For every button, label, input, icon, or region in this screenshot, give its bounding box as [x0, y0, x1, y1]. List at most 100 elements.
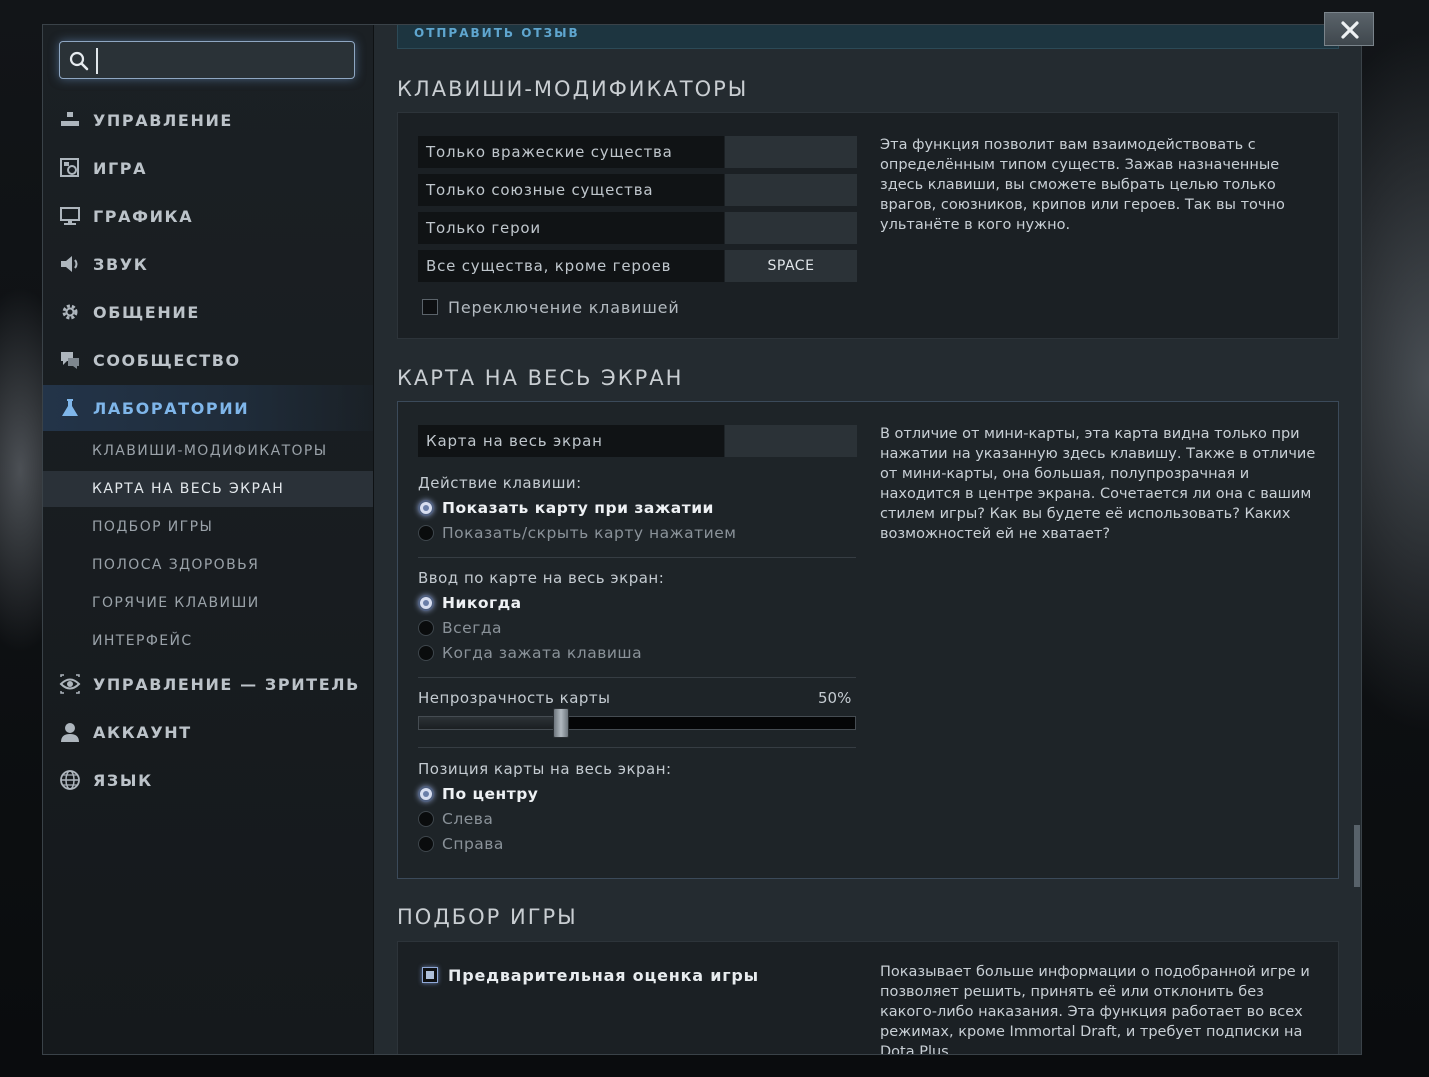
- sidebar-item-label: АККАУНТ: [93, 722, 192, 742]
- keybind-button[interactable]: [725, 212, 857, 244]
- divider: [418, 677, 856, 678]
- radio-label: Справа: [442, 835, 504, 853]
- radio-label: Никогда: [442, 594, 522, 612]
- settings-sidebar: УПРАВЛЕНИЕ ИГРА ГРАФИКА ЗВУК ОБЩЕНИЕ СОО…: [43, 25, 374, 1054]
- radio-option[interactable]: Никогда: [418, 591, 522, 615]
- sidebar-subitem-interface[interactable]: ИНТЕРФЕЙС: [43, 623, 373, 659]
- sidebar-item-spectator[interactable]: УПРАВЛЕНИЕ — ЗРИТЕЛЬ: [43, 661, 373, 707]
- radio-button[interactable]: [418, 620, 434, 636]
- map-position-label: Позиция карты на весь экран:: [418, 760, 672, 778]
- opacity-slider-handle[interactable]: [553, 708, 569, 738]
- radio-button[interactable]: [418, 525, 434, 541]
- gear-icon: [62, 304, 78, 320]
- sidebar-item-game[interactable]: ИГРА: [43, 145, 373, 191]
- sidebar-item-label: ИГРА: [93, 158, 148, 178]
- radio-label: Показать карту при зажатии: [442, 499, 714, 517]
- sidebar-subitem-label: ПОДБОР ИГРЫ: [92, 519, 214, 535]
- hierarchy-icon: [61, 112, 79, 126]
- sidebar-item-account[interactable]: АККАУНТ: [43, 709, 373, 755]
- feedback-banner[interactable]: ОТПРАВИТЬ ОТЗЫВ: [397, 25, 1339, 49]
- keybind-button[interactable]: SPACE: [725, 250, 857, 282]
- map-input-label: Ввод по карте на весь экран:: [418, 569, 665, 587]
- modifier-keys-panel: Только вражеские существа Только союзные…: [397, 112, 1339, 339]
- search-input[interactable]: [96, 48, 344, 74]
- divider: [418, 747, 856, 748]
- opacity-value: 50%: [818, 689, 852, 707]
- keybind-row: Карта на весь экран: [418, 425, 858, 457]
- sidebar-item-language[interactable]: ЯЗЫК: [43, 757, 373, 803]
- sidebar-item-controls[interactable]: УПРАВЛЕНИЕ: [43, 97, 373, 143]
- opacity-label: Непрозрачность карты: [418, 689, 611, 707]
- matchmaking-description: Показывает больше информации о подобранн…: [880, 964, 1310, 1055]
- sidebar-subitem-label: ПОЛОСА ЗДОРОВЬЯ: [92, 557, 260, 573]
- sidebar-item-label: ОБЩЕНИЕ: [93, 302, 200, 322]
- sidebar-subitem-fullscreen-map[interactable]: КАРТА НА ВЕСЬ ЭКРАН: [43, 471, 373, 507]
- radio-option[interactable]: Справа: [418, 832, 504, 856]
- keybind-button[interactable]: [725, 136, 857, 168]
- content-scrollbar[interactable]: [1354, 825, 1360, 887]
- flask-icon: [62, 399, 78, 416]
- close-icon: [1341, 21, 1359, 39]
- opacity-slider[interactable]: [418, 708, 856, 738]
- sidebar-item-labs[interactable]: ЛАБОРАТОРИИ: [43, 385, 373, 431]
- radio-option[interactable]: Всегда: [418, 616, 502, 640]
- spectator-eye-icon: [59, 674, 81, 694]
- radio-button[interactable]: [418, 786, 434, 802]
- keybind-label: Карта на весь экран: [418, 425, 724, 457]
- radio-button[interactable]: [418, 836, 434, 852]
- sidebar-item-label: ЗВУК: [93, 254, 149, 274]
- radio-button[interactable]: [418, 811, 434, 827]
- radio-option[interactable]: Показать карту при зажатии: [418, 496, 714, 520]
- sidebar-subitem-hotkeys[interactable]: ГОРЯЧИЕ КЛАВИШИ: [43, 585, 373, 621]
- match-preview-row[interactable]: Предварительная оценка игры: [422, 964, 759, 986]
- sidebar-subitem-label: КЛАВИШИ-МОДИФИКАТОРЫ: [92, 443, 328, 459]
- sidebar-item-label: ЯЗЫК: [93, 770, 153, 790]
- sidebar-item-sound[interactable]: ЗВУК: [43, 241, 373, 287]
- keybind-label: Только союзные существа: [418, 174, 724, 206]
- keybind-row: Только вражеские существа: [418, 136, 858, 168]
- sidebar-subitem-label: КАРТА НА ВЕСЬ ЭКРАН: [92, 481, 285, 497]
- radio-option[interactable]: Слева: [418, 807, 493, 831]
- search-icon: [69, 51, 89, 71]
- opacity-slider-fill: [419, 717, 561, 729]
- toggle-key-checkbox[interactable]: [422, 299, 438, 315]
- radio-label: Всегда: [442, 619, 503, 637]
- sidebar-subitem-health-bar[interactable]: ПОЛОСА ЗДОРОВЬЯ: [43, 547, 373, 583]
- match-preview-label: Предварительная оценка игры: [448, 965, 759, 985]
- keybind-button[interactable]: [725, 174, 857, 206]
- sidebar-item-label: УПРАВЛЕНИЕ — ЗРИТЕЛЬ: [93, 674, 360, 694]
- globe-icon: [60, 770, 80, 790]
- speaker-icon: [61, 256, 78, 272]
- keybind-label: Только герои: [418, 212, 724, 244]
- keybind-label: Только вражеские существа: [418, 136, 724, 168]
- modifier-keys-description: Эта функция позволит вам взаимодействова…: [880, 137, 1285, 233]
- sidebar-item-graphics[interactable]: ГРАФИКА: [43, 193, 373, 239]
- feedback-link[interactable]: ОТПРАВИТЬ ОТЗЫВ: [414, 26, 580, 40]
- search-box[interactable]: [59, 41, 355, 79]
- game-settings-icon: [60, 158, 79, 177]
- toggle-key-row[interactable]: Переключение клавишей: [422, 296, 680, 318]
- matchmaking-panel: Предварительная оценка игры Показывает б…: [397, 941, 1339, 1055]
- radio-button[interactable]: [418, 645, 434, 661]
- radio-option[interactable]: Когда зажата клавиша: [418, 641, 642, 665]
- radio-option[interactable]: По центру: [418, 782, 538, 806]
- keybind-row: Только герои: [418, 212, 858, 244]
- radio-button[interactable]: [418, 500, 434, 516]
- sidebar-subitem-modifier-keys[interactable]: КЛАВИШИ-МОДИФИКАТОРЫ: [43, 433, 373, 469]
- user-icon: [61, 723, 79, 742]
- radio-button[interactable]: [418, 595, 434, 611]
- match-preview-checkbox[interactable]: [422, 967, 438, 983]
- section-title-matchmaking: ПОДБОР ИГРЫ: [397, 905, 578, 929]
- sidebar-subitem-matchmaking[interactable]: ПОДБОР ИГРЫ: [43, 509, 373, 545]
- sidebar-item-label: ЛАБОРАТОРИИ: [93, 398, 250, 418]
- divider: [418, 557, 856, 558]
- keybind-button[interactable]: [725, 425, 857, 457]
- sidebar-item-social[interactable]: ОБЩЕНИЕ: [43, 289, 373, 335]
- sidebar-item-label: ГРАФИКА: [93, 206, 194, 226]
- radio-option[interactable]: Показать/скрыть карту нажатием: [418, 521, 736, 545]
- radio-label: Показать/скрыть карту нажатием: [442, 524, 737, 542]
- key-action-label: Действие клавиши:: [418, 474, 582, 492]
- sidebar-item-community[interactable]: СООБЩЕСТВО: [43, 337, 373, 383]
- close-button[interactable]: [1324, 12, 1374, 46]
- sidebar-item-label: СООБЩЕСТВО: [93, 350, 241, 370]
